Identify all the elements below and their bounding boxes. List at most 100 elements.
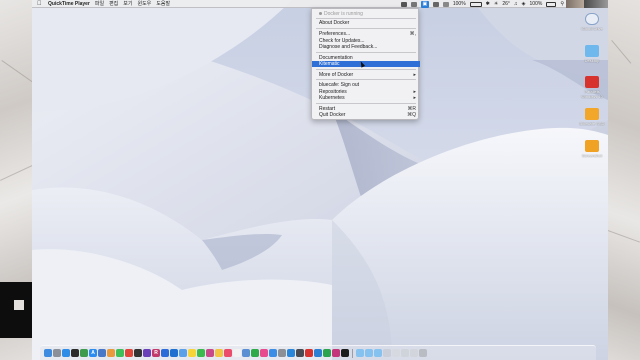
marble-vein (1, 60, 35, 84)
wifi-icon[interactable]: ◈ (522, 1, 526, 7)
battery-percent[interactable]: 100% (453, 1, 466, 7)
folder-icon[interactable] (365, 349, 373, 357)
desktop-icon-label: Screenshot (581, 153, 603, 158)
mail-icon[interactable] (179, 349, 187, 357)
menu-item-repositories[interactable]: Repositories ▸ (312, 89, 420, 95)
image-icon[interactable] (383, 349, 391, 357)
xcode-icon[interactable] (170, 349, 178, 357)
sourcetree-icon[interactable] (161, 349, 169, 357)
search-icon[interactable]: ⚲ (560, 1, 564, 7)
bluetooth-icon[interactable]: ✱ (486, 1, 490, 7)
quicktime-icon[interactable] (296, 349, 304, 357)
menu-item-diagnose[interactable]: Diagnose and Feedback... (312, 44, 420, 50)
vs-icon[interactable] (143, 349, 151, 357)
menu-item-label: About Docker (319, 20, 350, 26)
desktop-icon-screenshot[interactable]: Screenshot (579, 140, 605, 158)
menu-item-restart[interactable]: Restart ⌘R (312, 106, 420, 112)
photos-icon[interactable] (107, 349, 115, 357)
submenu-arrow-icon: ▸ (413, 71, 416, 78)
docker-menu-icon[interactable]: ▣ (420, 0, 429, 8)
image-icon[interactable] (410, 349, 418, 357)
kakaotalk-icon[interactable] (188, 349, 196, 357)
menu-item-preferences[interactable]: Preferences... ⌘, (312, 31, 420, 37)
battery-icon[interactable] (546, 1, 557, 7)
appstore-icon[interactable]: A (89, 349, 97, 357)
temperature[interactable]: 26° (502, 1, 510, 7)
menu-separator (316, 51, 416, 52)
menu-item-kubernetes[interactable]: Kubernetes ▸ (312, 95, 420, 101)
menu-edit[interactable]: 편집 (109, 0, 118, 7)
desktop-icon-icloud-drive[interactable]: iCloud Drive (579, 13, 605, 31)
menu-window[interactable]: 윈도우 (137, 0, 151, 7)
rider-icon[interactable]: R (152, 349, 160, 357)
menu-item-documentation[interactable]: Documentation (312, 55, 420, 61)
desktop-icon-parallels[interactable]: Parallels Windows 10 (579, 76, 605, 99)
desktop-icon-label: Parallels Windows 10 (581, 89, 603, 99)
activity-icon[interactable] (80, 349, 88, 357)
settings-icon[interactable] (278, 349, 286, 357)
parallels-icon[interactable] (305, 349, 313, 357)
desktop-icon-bluecafe-ssd[interactable]: Bluecafe SSD (579, 108, 605, 126)
battery-percent-right[interactable]: 100% (530, 1, 543, 7)
trash-icon[interactable] (419, 349, 427, 357)
menu-item-more-of-docker[interactable]: More of Docker ▸ (312, 72, 420, 78)
unity-icon[interactable] (134, 349, 142, 357)
menu-item-sign-out[interactable]: bluecafe: Sign out (312, 82, 420, 88)
menu-separator (316, 28, 416, 29)
folder-icon[interactable] (356, 349, 364, 357)
status-icon[interactable] (410, 1, 417, 7)
launchpad-icon[interactable] (53, 349, 61, 357)
dark-corner-object (0, 282, 34, 338)
itunes-icon[interactable] (260, 349, 268, 357)
menu-item-label: More of Docker (319, 71, 354, 78)
menu-file[interactable]: 파일 (95, 0, 104, 7)
notes-icon[interactable] (215, 349, 223, 357)
menu-separator (316, 18, 416, 19)
desktop-icon-desktop[interactable]: Desktop (579, 45, 605, 63)
line-icon[interactable] (197, 349, 205, 357)
menu-item-shortcut: ⌘, (409, 31, 416, 37)
stop-recording-icon[interactable] (400, 1, 407, 7)
folder-icon[interactable] (374, 349, 382, 357)
finder-icon[interactable] (44, 349, 52, 357)
preview-icon[interactable] (242, 349, 250, 357)
terminal-icon[interactable] (71, 349, 79, 357)
image-icon[interactable] (392, 349, 400, 357)
desktop-icon-label: Bluecafe SSD (579, 121, 605, 126)
submenu-arrow-icon: ▸ (413, 88, 416, 95)
battery-icon[interactable] (469, 1, 482, 7)
menu-item-quit-docker[interactable]: Quit Docker ⌘Q (312, 112, 420, 118)
chrome-icon[interactable] (125, 349, 133, 357)
vscode-icon[interactable] (314, 349, 322, 357)
weather-icon[interactable]: ☀ (494, 1, 498, 7)
safari-icon[interactable] (62, 349, 70, 357)
appstore2-icon[interactable] (269, 349, 277, 357)
status-dot-icon (319, 11, 322, 15)
status-icon[interactable] (432, 1, 439, 7)
docker-icon[interactable] (287, 349, 295, 357)
folder-icon (585, 45, 599, 57)
calendar-icon[interactable] (233, 349, 241, 357)
pycharm-icon[interactable] (323, 349, 331, 357)
menu-help[interactable]: 도움말 (156, 0, 170, 7)
intellij-icon[interactable] (332, 349, 340, 357)
user-avatar[interactable] (566, 0, 584, 8)
sound-icon[interactable]: ♫ (514, 1, 518, 7)
app-name-menu[interactable]: QuickTime Player (48, 1, 90, 7)
messages-icon[interactable] (116, 349, 124, 357)
apple-menu-icon[interactable]:  (37, 1, 44, 7)
menu-item-about-docker[interactable]: About Docker (312, 20, 420, 26)
menu-item-check-updates[interactable]: Check for Updates... (312, 38, 420, 44)
menu-view[interactable]: 보기 (123, 0, 132, 7)
terminal2-icon[interactable] (341, 349, 349, 357)
menu-item-kitematic[interactable]: Kitematic (312, 61, 420, 67)
menu-item-shortcut: ⌘R (407, 105, 416, 112)
finder2-icon[interactable] (98, 349, 106, 357)
marble-background-right (607, 0, 640, 360)
image-icon[interactable] (401, 349, 409, 357)
status-icon[interactable] (442, 1, 449, 7)
music-icon[interactable] (224, 349, 232, 357)
numbers-icon[interactable] (251, 349, 259, 357)
menu-separator (316, 79, 416, 80)
slack-icon[interactable] (206, 349, 214, 357)
